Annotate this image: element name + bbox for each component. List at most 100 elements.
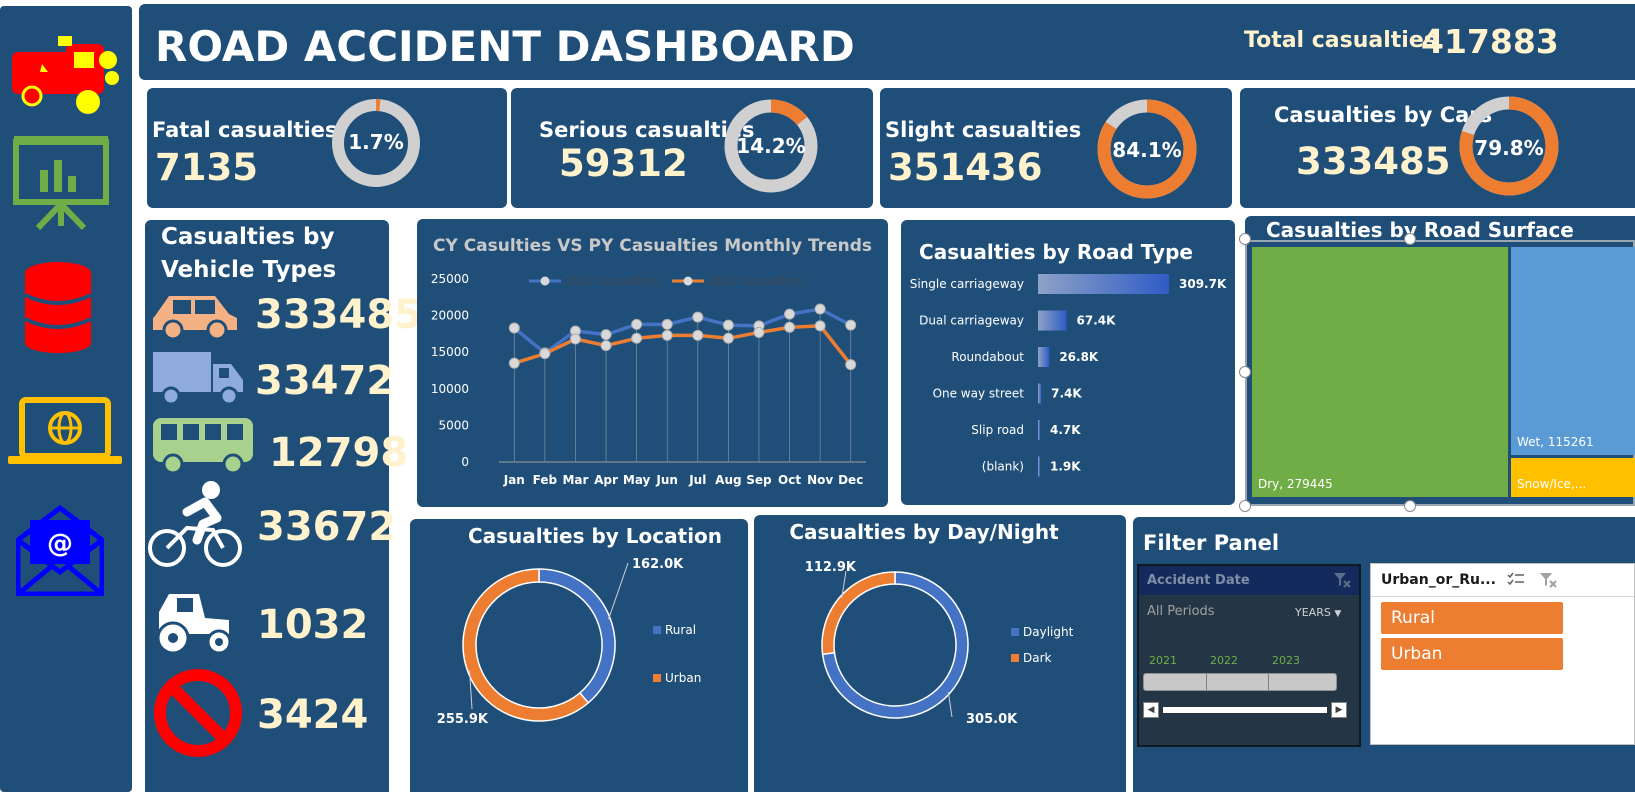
kpi-card-cars: Casualties by Cars 333485 79.8% [1240,88,1635,208]
bar [1038,383,1042,404]
truck-icon [153,352,243,406]
leader-line [607,562,629,620]
legend-label: Daylight [1023,625,1074,639]
filter-panel: Filter Panel Accident Date All Periods Y… [1133,517,1635,792]
data-point [508,322,520,334]
resize-handle[interactable] [1239,233,1251,245]
chevron-down-icon: ▼ [1334,609,1342,619]
resize-handle[interactable] [1404,500,1416,512]
resize-handle[interactable] [1404,233,1416,245]
x-tick-label: Mar [562,473,588,487]
y-tick-label: 25000 [431,272,469,286]
timeline-divider [1206,674,1207,690]
vehicle-value-truck: 33472 [255,358,395,404]
data-point [845,319,857,331]
timeline-unit-dropdown[interactable]: YEARS ▼ [1295,606,1341,619]
no-entry-icon [154,669,242,757]
urban-rural-slicer[interactable]: Urban_or_Ru... Rural Urban [1370,563,1635,745]
legend-entry: 2021 Casualties [529,274,659,288]
x-tick-label: Jun [655,473,678,487]
kpi-card-slight: Slight casualties 351436 84.1% [880,88,1232,208]
monthly-trend-panel: CY Casulties VS PY Casualties Monthly Tr… [417,219,888,507]
header-bar: ROAD ACCIDENT DASHBOARD Total casualties… [139,4,1635,80]
timeline-year-2023[interactable]: 2023 [1272,654,1300,667]
timeline-header: Accident Date [1147,573,1250,588]
y-tick-label: 15000 [431,345,469,359]
treemap-label: Wet, 115261 [1517,435,1594,449]
resize-handle[interactable] [1239,500,1251,512]
timeline-divider [1268,674,1269,690]
x-tick-label: Aug [715,473,741,487]
vehicle-types-panel: Casualties by Vehicle Types 333485 33472… [145,220,422,792]
timeline-periods: All Periods [1147,604,1215,619]
data-point [631,332,643,344]
filter-panel-title: Filter Panel [1143,531,1280,555]
data-point [814,303,826,315]
bar [1038,347,1050,367]
bar-value-label: 4.7K [1050,423,1081,437]
data-point [692,329,704,341]
clear-filter-icon[interactable] [1539,572,1557,588]
legend-swatch [653,674,661,682]
slicer-item-urban[interactable]: Urban [1381,638,1563,670]
fire-truck-icon[interactable] [8,30,123,120]
timeline-unit: YEARS [1295,606,1331,619]
multi-select-icon[interactable] [1507,572,1525,588]
road-surface-treemap: Dry, 279445 Wet, 115261 Snow/Ice,... [1252,247,1635,497]
legend-label: 2022 Casualties [706,274,802,288]
timeline-selection-bar[interactable] [1143,673,1337,691]
y-tick-label: 10000 [431,382,469,396]
treemap-tile: Snow/Ice,... [1511,458,1635,497]
data-point [661,329,673,341]
timeline-year-2022[interactable]: 2022 [1210,654,1238,667]
donut-slice [538,568,616,704]
database-icon[interactable] [22,261,94,353]
laptop-globe-icon[interactable] [8,396,122,468]
data-point [722,319,734,331]
timeline-year-2021[interactable]: 2021 [1149,654,1177,667]
treemap-label: Snow/Ice,... [1517,477,1587,491]
total-casualties-value: 417883 [1421,22,1559,61]
email-icon[interactable]: @ [16,500,104,596]
x-tick-label: Oct [778,473,801,487]
sidebar: @ [0,6,132,792]
donut-slice [821,571,896,656]
page-title: ROAD ACCIDENT DASHBOARD [155,22,855,71]
vehicle-value-car: 333485 [255,292,422,338]
presentation-chart-icon[interactable] [12,134,110,230]
legend-entry: 2022 Casualties [672,274,802,288]
bus-icon [153,418,253,475]
bar-category-label: (blank) [982,460,1024,474]
donut-slice [462,568,590,722]
scroll-left-icon[interactable]: ◀ [1143,702,1159,718]
clear-filter-icon[interactable] [1333,572,1351,588]
scroll-track[interactable] [1163,707,1327,713]
y-tick-label: 5000 [438,418,469,432]
kpi-value: 59312 [559,142,688,185]
kpi-percent: 1.7% [348,130,404,154]
scroll-right-icon[interactable]: ▶ [1331,702,1347,718]
slicer-item-rural[interactable]: Rural [1381,602,1563,634]
location-donut-chart: 162.0K 255.9K Rural Urban [437,557,702,727]
x-tick-label: Nov [807,473,833,487]
legend-marker [540,276,550,286]
kpi-title: Fatal casualties [152,118,338,142]
timeline-slicer[interactable]: Accident Date All Periods YEARS ▼ 2021 2… [1137,564,1361,747]
bicycle-icon [148,481,242,567]
bar-value-label: 1.9K [1050,460,1081,474]
treemap-tile: Wet, 115261 [1511,247,1635,455]
legend-label: Urban [665,671,701,685]
bar-value-label: 67.4K [1077,314,1117,328]
day-night-donut-chart: 305.0K 112.9K Daylight Dark [805,560,1074,727]
data-point [600,329,612,341]
total-casualties-label: Total casualties [1244,28,1437,53]
timeline-scrollbar[interactable]: ◀ ▶ [1143,702,1347,718]
donut-value-label: 112.9K [805,560,857,575]
kpi-value: 351436 [888,146,1043,189]
data-point [845,359,857,371]
bar [1038,420,1040,440]
legend-marker [683,276,693,286]
data-point [814,320,826,332]
resize-handle[interactable] [1239,366,1251,378]
kpi-card-fatal: Fatal casualties 7135 1.7% [147,88,507,208]
